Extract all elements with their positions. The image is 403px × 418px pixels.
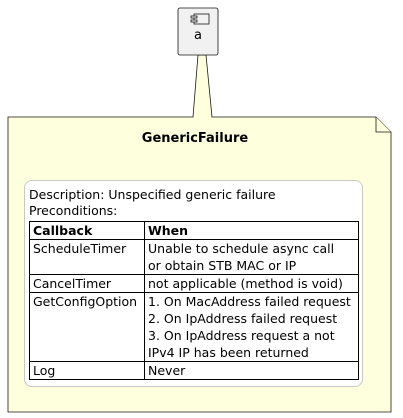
when-line: IPv4 IP has been returned [148,345,309,360]
table-row: ScheduleTimer Unable to schedule async c… [29,239,359,275]
when-cell: 1. On MacAddress failed request 2. On Ip… [144,292,359,362]
callback-cell: CancelTimer [29,274,145,293]
when-line: 2. On IpAddress failed request [148,311,338,326]
note-fold [375,117,391,133]
note-title: GenericFailure [141,131,249,146]
when-line: 3. On IpAddress request a not [148,328,335,343]
callback-cell: Log [29,361,145,380]
when-cell: Never [144,361,359,380]
table-header-row: Callback When [29,221,359,240]
when-cell: Unable to schedule async call or obtain … [144,239,359,275]
note-preconditions: Preconditions: [29,203,118,218]
when-cell: not applicable (method is void) [144,274,359,293]
component-icon [190,13,210,25]
column-header-when: When [144,221,359,240]
note-connector [192,54,213,118]
note-description: Description: Unspecified generic failure [29,187,276,202]
table-row: CancelTimer not applicable (method is vo… [29,274,359,293]
component-label: a [194,28,202,43]
callback-table: Callback When ScheduleTimer Unable to sc… [29,221,359,380]
column-header-callback: Callback [29,221,145,240]
when-line: 1. On MacAddress failed request [148,294,351,309]
when-line: Unable to schedule async call [148,241,335,256]
callback-cell: ScheduleTimer [29,239,145,275]
when-line: or obtain STB MAC or IP [148,258,297,273]
when-line: Never [148,363,186,378]
callback-cell: GetConfigOption [29,292,145,362]
table-row: GetConfigOption 1. On MacAddress failed … [29,292,359,362]
when-line: not applicable (method is void) [148,276,343,291]
table-row: Log Never [29,361,359,380]
note-description-block: Description: Unspecified generic failure… [29,187,276,219]
